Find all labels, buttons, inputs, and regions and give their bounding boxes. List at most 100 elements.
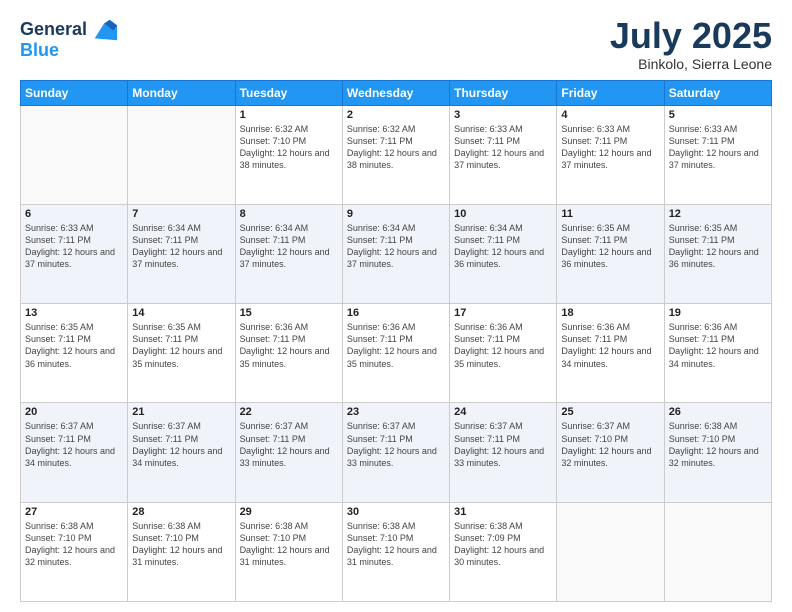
calendar-week-row: 1Sunrise: 6:32 AM Sunset: 7:10 PM Daylig… bbox=[21, 105, 772, 204]
day-number: 13 bbox=[25, 307, 123, 319]
calendar-cell bbox=[664, 502, 771, 601]
page: General Blue July 2025 Binkolo, Sierra L… bbox=[0, 0, 792, 612]
calendar-cell: 12 Sunrise: 6:35 AM Sunset: 7:11 PM Dayli… bbox=[664, 204, 771, 303]
calendar-cell: 22 Sunrise: 6:37 AM Sunset: 7:11 PM Dayli… bbox=[235, 403, 342, 502]
day-number: 29 bbox=[240, 506, 338, 518]
weekday-header: Friday bbox=[557, 80, 664, 105]
calendar-cell: 13 Sunrise: 6:35 AM Sunset: 7:11 PM Dayli… bbox=[21, 304, 128, 403]
day-number: 22 bbox=[240, 406, 338, 418]
day-number: 23 bbox=[347, 406, 445, 418]
day-info: Sunrise: 6:38 AM Sunset: 7:10 PM Dayligh… bbox=[669, 420, 767, 469]
calendar-cell: 9 Sunrise: 6:34 AM Sunset: 7:11 PM Daylig… bbox=[342, 204, 449, 303]
calendar-cell: 23 Sunrise: 6:37 AM Sunset: 7:11 PM Dayli… bbox=[342, 403, 449, 502]
day-number: 6 bbox=[25, 208, 123, 220]
day-number: 10 bbox=[454, 208, 552, 220]
day-info: Sunrise: 6:34 AM Sunset: 7:11 PM Dayligh… bbox=[132, 222, 230, 271]
day-info: Sunrise: 6:36 AM Sunset: 7:11 PM Dayligh… bbox=[454, 321, 552, 370]
calendar-cell: 26 Sunrise: 6:38 AM Sunset: 7:10 PM Dayli… bbox=[664, 403, 771, 502]
day-number: 11 bbox=[561, 208, 659, 220]
calendar-week-row: 20 Sunrise: 6:37 AM Sunset: 7:11 PM Dayli… bbox=[21, 403, 772, 502]
day-number: 31 bbox=[454, 506, 552, 518]
day-info: Sunrise: 6:38 AM Sunset: 7:09 PM Dayligh… bbox=[454, 520, 552, 569]
day-number: 20 bbox=[25, 406, 123, 418]
day-number: 8 bbox=[240, 208, 338, 220]
weekday-header: Saturday bbox=[664, 80, 771, 105]
day-number: 25 bbox=[561, 406, 659, 418]
calendar-header-row: SundayMondayTuesdayWednesdayThursdayFrid… bbox=[21, 80, 772, 105]
calendar-cell: 5 Sunrise: 6:33 AM Sunset: 7:11 PM Daylig… bbox=[664, 105, 771, 204]
day-info: Sunrise: 6:36 AM Sunset: 7:11 PM Dayligh… bbox=[669, 321, 767, 370]
calendar-cell: 21 Sunrise: 6:37 AM Sunset: 7:11 PM Dayli… bbox=[128, 403, 235, 502]
calendar-cell: 18Sunrise: 6:36 AM Sunset: 7:11 PM Dayli… bbox=[557, 304, 664, 403]
day-info: Sunrise: 6:33 AM Sunset: 7:11 PM Dayligh… bbox=[669, 123, 767, 172]
calendar-cell: 24 Sunrise: 6:37 AM Sunset: 7:11 PM Dayli… bbox=[450, 403, 557, 502]
calendar-table: SundayMondayTuesdayWednesdayThursdayFrid… bbox=[20, 80, 772, 602]
day-info: Sunrise: 6:33 AM Sunset: 7:11 PM Dayligh… bbox=[25, 222, 123, 271]
calendar-cell: 10 Sunrise: 6:34 AM Sunset: 7:11 PM Dayli… bbox=[450, 204, 557, 303]
day-info: Sunrise: 6:37 AM Sunset: 7:11 PM Dayligh… bbox=[454, 420, 552, 469]
calendar-cell: 20Sunrise: 6:37 AM Sunset: 7:11 PM Dayli… bbox=[21, 403, 128, 502]
day-number: 30 bbox=[347, 506, 445, 518]
month-title: July 2025 bbox=[610, 16, 772, 56]
day-number: 9 bbox=[347, 208, 445, 220]
day-number: 2 bbox=[347, 109, 445, 121]
weekday-header: Wednesday bbox=[342, 80, 449, 105]
day-info: Sunrise: 6:35 AM Sunset: 7:11 PM Dayligh… bbox=[132, 321, 230, 370]
calendar-cell: 6 Sunrise: 6:33 AM Sunset: 7:11 PM Daylig… bbox=[21, 204, 128, 303]
day-info: Sunrise: 6:32 AM Sunset: 7:11 PM Dayligh… bbox=[347, 123, 445, 172]
day-number: 21 bbox=[132, 406, 230, 418]
day-info: Sunrise: 6:34 AM Sunset: 7:11 PM Dayligh… bbox=[454, 222, 552, 271]
calendar-week-row: 13 Sunrise: 6:35 AM Sunset: 7:11 PM Dayli… bbox=[21, 304, 772, 403]
location: Binkolo, Sierra Leone bbox=[610, 56, 772, 72]
day-number: 26 bbox=[669, 406, 767, 418]
weekday-header: Monday bbox=[128, 80, 235, 105]
day-info: Sunrise: 6:34 AM Sunset: 7:11 PM Dayligh… bbox=[240, 222, 338, 271]
calendar-cell: 7 Sunrise: 6:34 AM Sunset: 7:11 PM Daylig… bbox=[128, 204, 235, 303]
day-info: Sunrise: 6:35 AM Sunset: 7:11 PM Dayligh… bbox=[561, 222, 659, 271]
logo-text: General bbox=[20, 20, 87, 40]
day-number: 16 bbox=[347, 307, 445, 319]
day-info: Sunrise: 6:37 AM Sunset: 7:11 PM Dayligh… bbox=[347, 420, 445, 469]
calendar-cell bbox=[128, 105, 235, 204]
day-info: Sunrise: 6:35 AM Sunset: 7:11 PM Dayligh… bbox=[669, 222, 767, 271]
day-number: 7 bbox=[132, 208, 230, 220]
day-info: Sunrise: 6:38 AM Sunset: 7:10 PM Dayligh… bbox=[132, 520, 230, 569]
day-info: Sunrise: 6:32 AM Sunset: 7:10 PM Dayligh… bbox=[240, 123, 338, 172]
calendar-cell: 11 Sunrise: 6:35 AM Sunset: 7:11 PM Dayli… bbox=[557, 204, 664, 303]
calendar-cell: 14 Sunrise: 6:35 AM Sunset: 7:11 PM Dayli… bbox=[128, 304, 235, 403]
calendar-cell: 4 Sunrise: 6:33 AM Sunset: 7:11 PM Daylig… bbox=[557, 105, 664, 204]
day-number: 24 bbox=[454, 406, 552, 418]
day-info: Sunrise: 6:35 AM Sunset: 7:11 PM Dayligh… bbox=[25, 321, 123, 370]
calendar-cell: 15Sunrise: 6:36 AM Sunset: 7:11 PM Dayli… bbox=[235, 304, 342, 403]
calendar-cell bbox=[557, 502, 664, 601]
day-number: 3 bbox=[454, 109, 552, 121]
day-number: 4 bbox=[561, 109, 659, 121]
day-info: Sunrise: 6:36 AM Sunset: 7:11 PM Dayligh… bbox=[347, 321, 445, 370]
day-number: 18 bbox=[561, 307, 659, 319]
calendar-cell: 19 Sunrise: 6:36 AM Sunset: 7:11 PM Dayli… bbox=[664, 304, 771, 403]
weekday-header: Tuesday bbox=[235, 80, 342, 105]
day-number: 19 bbox=[669, 307, 767, 319]
logo: General Blue bbox=[20, 16, 119, 61]
calendar-cell: 1Sunrise: 6:32 AM Sunset: 7:10 PM Daylig… bbox=[235, 105, 342, 204]
calendar-cell: 28 Sunrise: 6:38 AM Sunset: 7:10 PM Dayli… bbox=[128, 502, 235, 601]
calendar-cell: 27Sunrise: 6:38 AM Sunset: 7:10 PM Dayli… bbox=[21, 502, 128, 601]
day-number: 5 bbox=[669, 109, 767, 121]
calendar-cell: 30Sunrise: 6:38 AM Sunset: 7:10 PM Dayli… bbox=[342, 502, 449, 601]
weekday-header: Sunday bbox=[21, 80, 128, 105]
day-number: 28 bbox=[132, 506, 230, 518]
calendar-cell: 31 Sunrise: 6:38 AM Sunset: 7:09 PM Dayli… bbox=[450, 502, 557, 601]
day-number: 12 bbox=[669, 208, 767, 220]
calendar-cell: 29 Sunrise: 6:38 AM Sunset: 7:10 PM Dayli… bbox=[235, 502, 342, 601]
day-number: 14 bbox=[132, 307, 230, 319]
title-block: July 2025 Binkolo, Sierra Leone bbox=[610, 16, 772, 72]
calendar-cell: 16 Sunrise: 6:36 AM Sunset: 7:11 PM Dayli… bbox=[342, 304, 449, 403]
day-info: Sunrise: 6:37 AM Sunset: 7:11 PM Dayligh… bbox=[240, 420, 338, 469]
day-info: Sunrise: 6:33 AM Sunset: 7:11 PM Dayligh… bbox=[561, 123, 659, 172]
day-info: Sunrise: 6:37 AM Sunset: 7:11 PM Dayligh… bbox=[132, 420, 230, 469]
calendar-cell: 17Sunrise: 6:36 AM Sunset: 7:11 PM Dayli… bbox=[450, 304, 557, 403]
weekday-header: Thursday bbox=[450, 80, 557, 105]
day-info: Sunrise: 6:38 AM Sunset: 7:10 PM Dayligh… bbox=[240, 520, 338, 569]
day-info: Sunrise: 6:34 AM Sunset: 7:11 PM Dayligh… bbox=[347, 222, 445, 271]
calendar-week-row: 27Sunrise: 6:38 AM Sunset: 7:10 PM Dayli… bbox=[21, 502, 772, 601]
